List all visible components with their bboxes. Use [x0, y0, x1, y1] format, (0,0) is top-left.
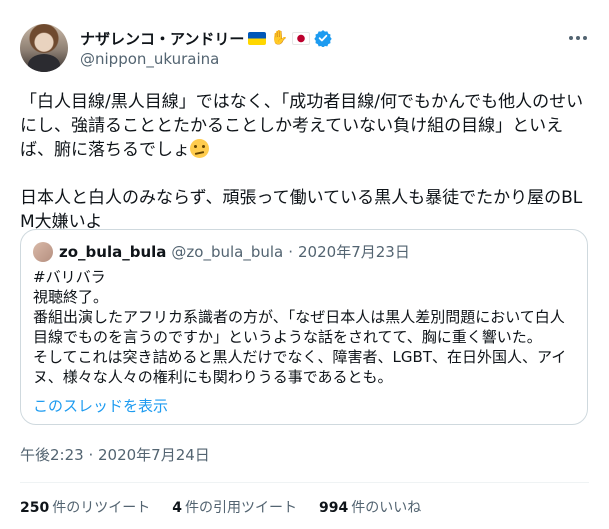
japan-flag-icon	[292, 31, 311, 45]
tweet-paragraph-2: 日本人と白人のみならず、頑張って働いている黒人も暴徒でたかり屋のBLM大嫌いよ	[20, 188, 583, 232]
quoted-text: #バリバラ 視聴終了。 番組出演したアフリカ系識者の方が、「なぜ日本人は黒人差別…	[33, 267, 579, 387]
tweet-text: 「白人目線/黒人目線」ではなく、「成功者目線/何でもかんでも他人のせいにし、強請…	[20, 90, 592, 234]
quoted-avatar	[33, 242, 53, 262]
quoted-tweet[interactable]: zo_bula_bula @zo_bula_bula · 2020年7月23日 …	[20, 229, 588, 425]
quoted-line: #バリバラ	[33, 268, 106, 286]
face-with-rolling-eyes-icon	[190, 139, 209, 158]
tweet-paragraph-1: 「白人目線/黒人目線」ではなく、「成功者目線/何でもかんでも他人のせいにし、強請…	[20, 90, 592, 162]
tweet-paragraph-1-text: 「白人目線/黒人目線」ではなく、「成功者目線/何でもかんでも他人のせいにし、強請…	[20, 92, 584, 160]
retweets-stat[interactable]: 250 件のリツイート	[20, 497, 150, 517]
quoted-display-name: zo_bula_bula	[59, 242, 167, 261]
ukraine-flag-icon	[248, 31, 267, 45]
engagement-stats: 250 件のリツイート 4 件の引用ツイート 994 件のいいね	[20, 497, 421, 517]
likes-label: 件のいいね	[351, 500, 422, 516]
more-options-icon[interactable]	[566, 28, 590, 48]
tweet: ナザレンコ・アンドリー ✋ @nippon_ukuraina 「白人目線/黒人目…	[0, 0, 609, 529]
quoted-handle: @zo_bula_bula	[171, 242, 284, 261]
retweets-label: 件のリツイート	[52, 500, 151, 516]
quote-tweets-stat[interactable]: 4 件の引用ツイート	[172, 497, 297, 517]
quotes-label: 件の引用ツイート	[184, 500, 297, 516]
show-thread-link[interactable]: このスレッドを表示	[33, 395, 168, 416]
retweets-count: 250	[20, 500, 50, 516]
quoted-line: 目線でものを言うのですか」というような話をされてて、胸に重く響いた。	[33, 328, 542, 346]
quoted-line: 視聴終了。	[33, 288, 109, 306]
quoted-separator: ·	[288, 242, 294, 261]
quoted-header: zo_bula_bula @zo_bula_bula · 2020年7月23日	[59, 241, 410, 262]
author-name-row: ナザレンコ・アンドリー ✋	[80, 27, 333, 49]
quoted-line: そしてこれは突き詰めると黒人だけでなく、障害者、LGBT、在日外国人、アイ	[33, 348, 567, 366]
likes-stat[interactable]: 994 件のいいね	[319, 497, 421, 517]
quoted-date: 2020年7月23日	[298, 243, 410, 261]
verified-icon	[314, 30, 333, 47]
avatar[interactable]	[20, 24, 68, 72]
quoted-line: 番組出演したアフリカ系識者の方が、「なぜ日本人は黒人差別問題において白人	[33, 308, 565, 326]
quotes-count: 4	[172, 500, 182, 516]
likes-count: 994	[318, 500, 349, 516]
author-handle[interactable]: @nippon_ukuraina	[80, 50, 219, 68]
author-display-name[interactable]: ナザレンコ・アンドリー	[80, 28, 244, 49]
handshake-icon: ✋	[270, 30, 289, 46]
divider	[20, 482, 589, 483]
tweet-timestamp[interactable]: 午後2:23 · 2020年7月24日	[20, 444, 210, 465]
quoted-line: ヌ、様々な人々の権利にも関わりうる事であるとも。	[33, 368, 393, 386]
